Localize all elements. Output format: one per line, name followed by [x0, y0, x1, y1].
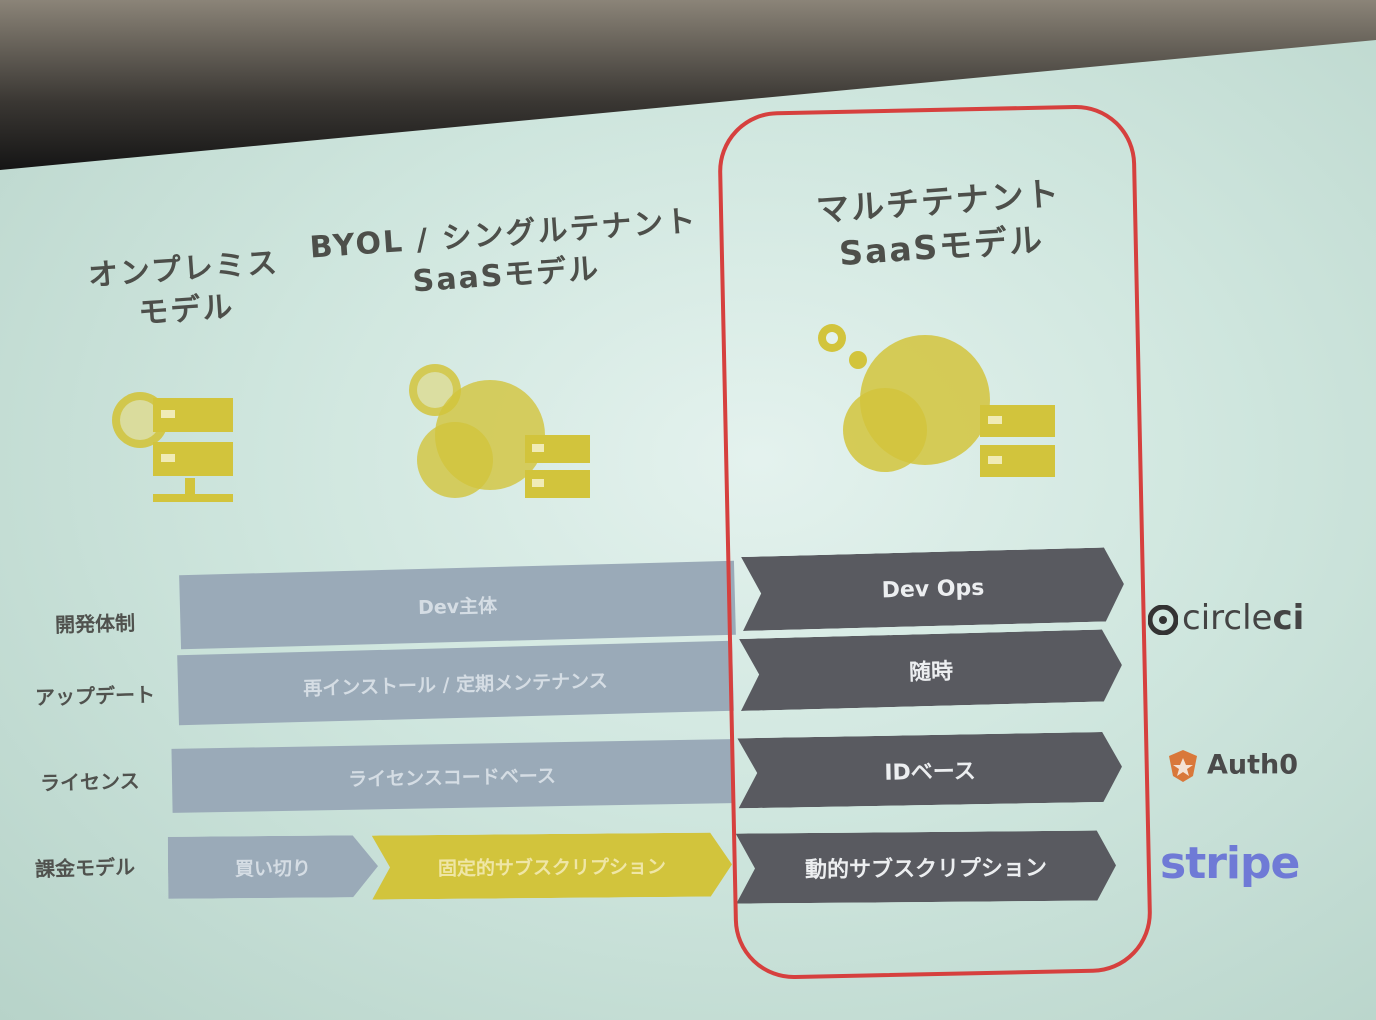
multitenant-highlight-outline [716, 103, 1154, 981]
row-label-billing: 課金モデル [34, 854, 136, 882]
circleci-wordmark-b: ci [1272, 598, 1305, 638]
dev-left-bar: Dev主体 [179, 560, 736, 650]
row-label-dev: 開発体制 [54, 610, 136, 638]
circleci-icon [1147, 604, 1179, 635]
license-left-bar: ライセンスコードベース [171, 739, 733, 813]
row-label-update: アップデート [34, 682, 156, 710]
billing-buyout-arrow: 買い切り [168, 835, 379, 899]
circleci-wordmark-a: circle [1182, 598, 1273, 638]
billing-fixed-subscription-arrow: 固定的サブスクリプション [372, 832, 733, 899]
row-label-license: ライセンス [39, 768, 140, 796]
circleci-logo: circleci [1147, 598, 1305, 638]
byol-cloud-icon [409, 364, 590, 498]
byol-model-title: BYOL / シングルテナント SaaSモデル [308, 203, 699, 299]
auth0-wordmark: Auth0 [1207, 749, 1299, 781]
update-left-bar: 再インストール / 定期メンテナンス [177, 640, 734, 726]
auth0-shield-icon [1169, 750, 1197, 782]
auth0-logo: Auth0 [1165, 748, 1298, 784]
stripe-logo: stripe [1160, 838, 1300, 889]
projection-screen: オンプレミス モデル BYOL / シングルテナント SaaSモデル マルチテナ… [0, 40, 1376, 1020]
onprem-model-title: オンプレミス モデル [86, 245, 281, 331]
onprem-server-icon [112, 392, 233, 502]
